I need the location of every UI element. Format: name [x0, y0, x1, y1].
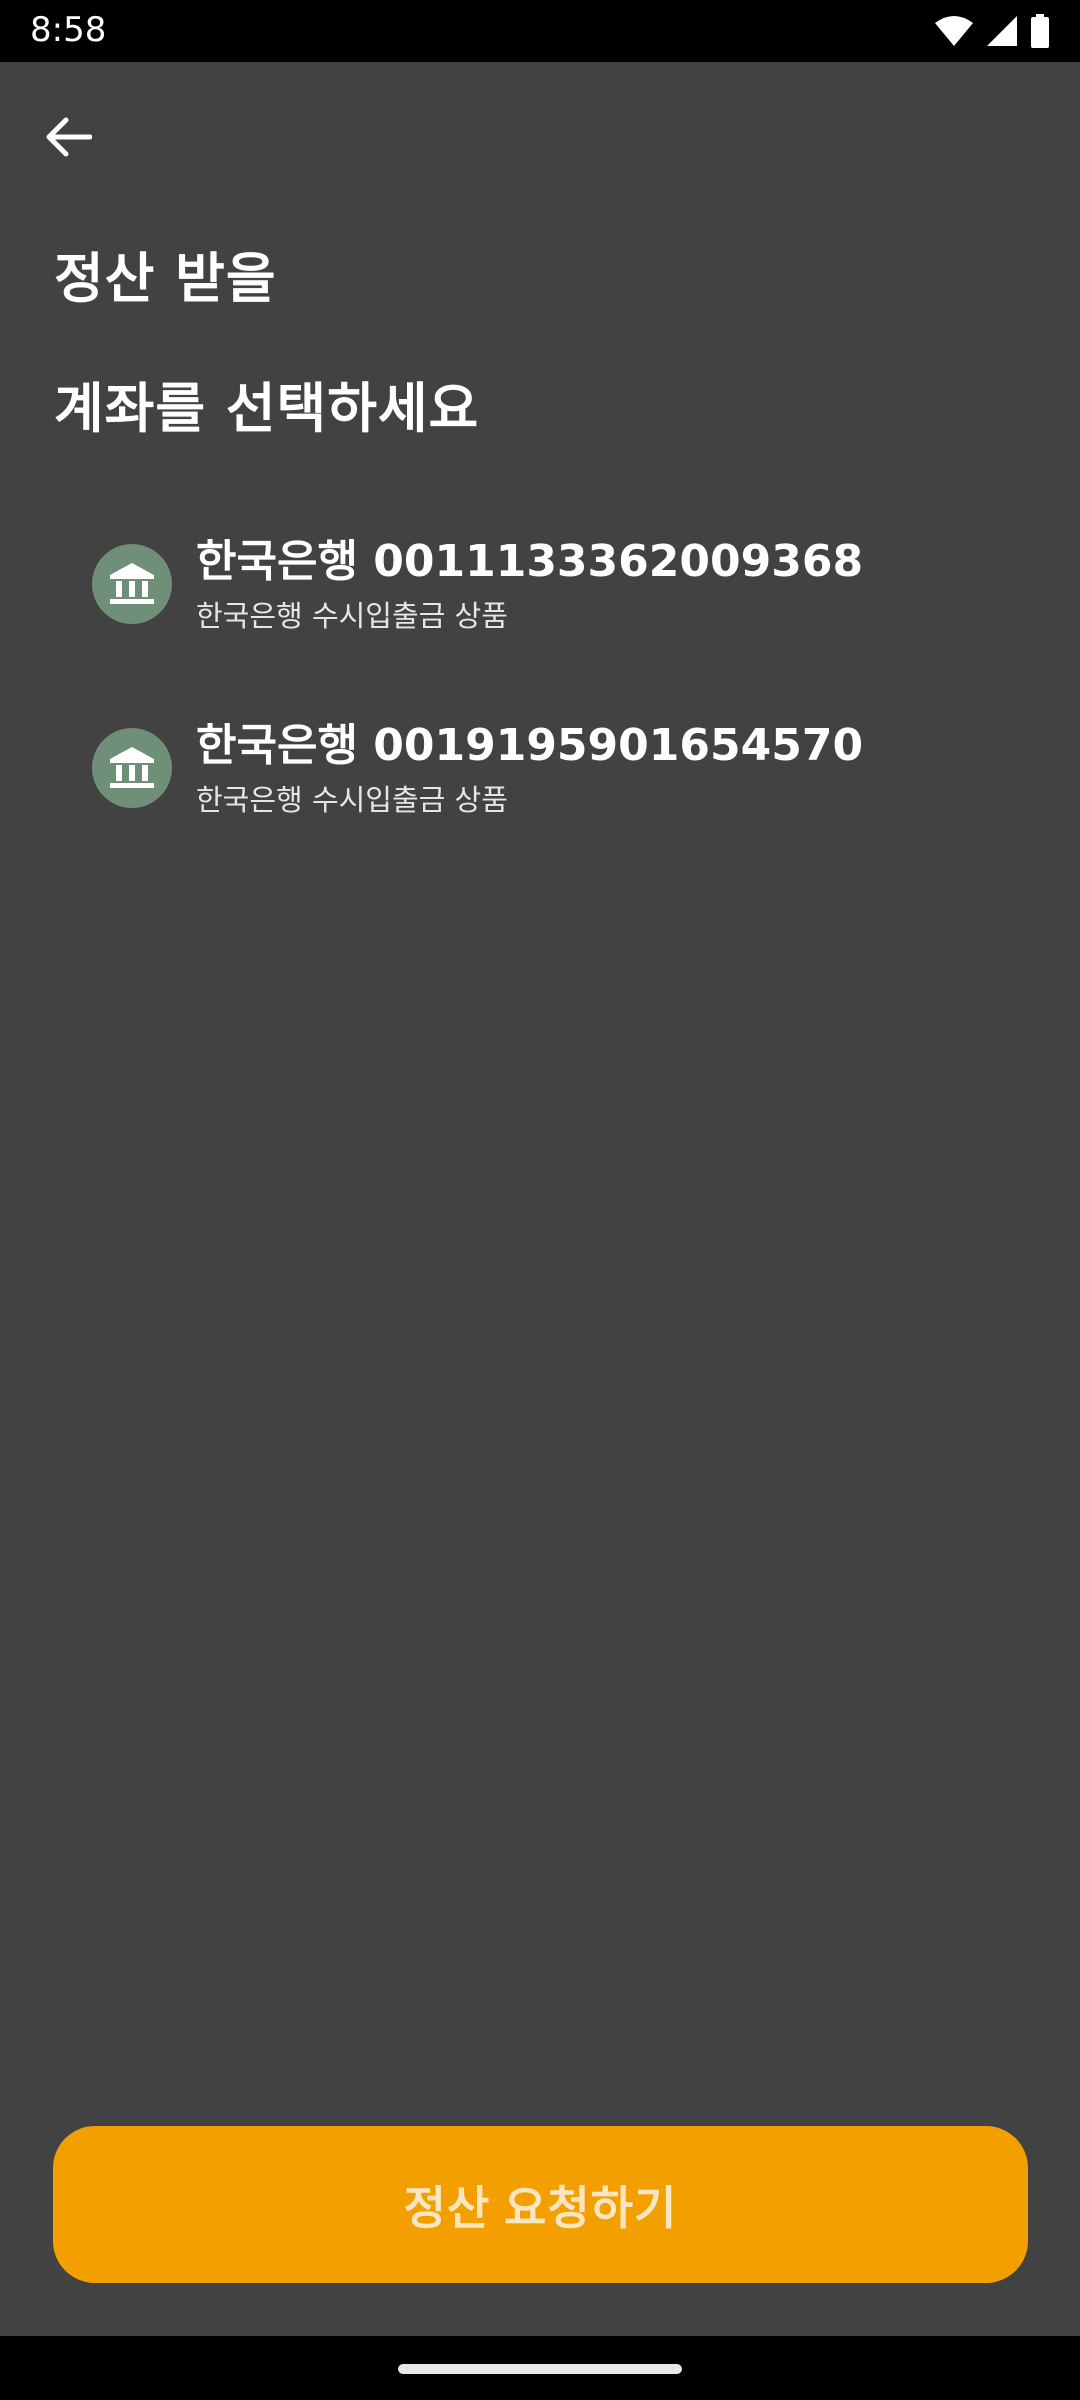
account-name: 한국은행 0019195901654570 [196, 720, 864, 771]
status-time: 8:58 [30, 10, 107, 50]
bank-icon [92, 728, 172, 808]
request-settlement-label: 정산 요청하기 [403, 2181, 678, 2234]
page-title: 정산 받을 계좌를 선택하세요 [54, 247, 480, 440]
back-button[interactable] [38, 108, 100, 170]
account-name: 한국은행 0011133362009368 [196, 536, 864, 587]
cell-signal-icon [986, 15, 1018, 47]
arrow-left-icon [46, 117, 93, 161]
account-list: 한국은행 0011133362009368 한국은행 수시입출금 상품 한국은행… [0, 520, 1080, 888]
battery-icon [1030, 14, 1050, 48]
bank-icon [92, 544, 172, 624]
account-item[interactable]: 한국은행 0011133362009368 한국은행 수시입출금 상품 [0, 520, 1080, 704]
navigation-bar [0, 2336, 1080, 2400]
account-description: 한국은행 수시입출금 상품 [196, 783, 508, 817]
status-bar: 8:58 [0, 0, 1080, 62]
wifi-icon [934, 15, 974, 47]
home-indicator[interactable] [398, 2364, 682, 2374]
status-icons [934, 14, 1050, 48]
account-item[interactable]: 한국은행 0019195901654570 한국은행 수시입출금 상품 [0, 704, 1080, 888]
request-settlement-button[interactable]: 정산 요청하기 [53, 2126, 1028, 2283]
account-description: 한국은행 수시입출금 상품 [196, 599, 508, 633]
